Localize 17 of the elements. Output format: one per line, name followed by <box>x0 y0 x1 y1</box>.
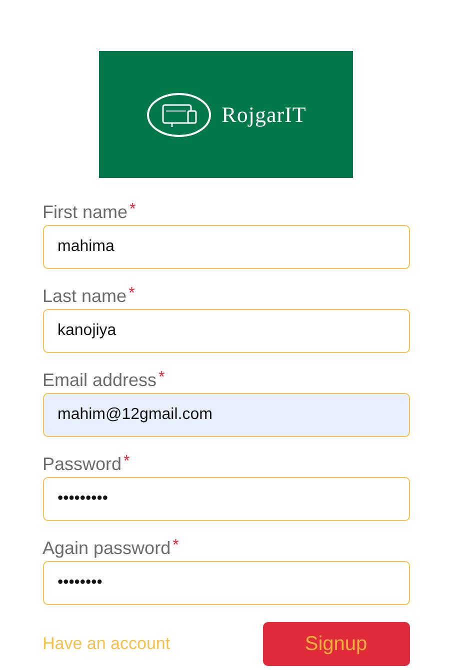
input-field[interactable]: mahim@12gmail.com <box>42 393 410 437</box>
input-field[interactable]: kanojiya <box>42 309 410 353</box>
required-mark: * <box>130 202 136 218</box>
field-label: Last name <box>42 286 127 306</box>
field-label: Password <box>42 454 122 474</box>
logo-text: RojgarIT <box>222 102 306 128</box>
required-mark: * <box>158 370 165 386</box>
field-label: Again password <box>42 538 171 558</box>
required-mark: * <box>128 286 135 302</box>
field-label: First name <box>42 202 128 222</box>
monitor-icon <box>146 92 212 138</box>
input-field[interactable]: mahima <box>42 225 410 269</box>
input-field[interactable]: ••••••••• <box>42 477 410 521</box>
required-mark: * <box>124 454 130 470</box>
input-field[interactable]: •••••••• <box>42 561 410 605</box>
required-mark: * <box>172 538 179 554</box>
field-label: Email address <box>42 370 157 390</box>
